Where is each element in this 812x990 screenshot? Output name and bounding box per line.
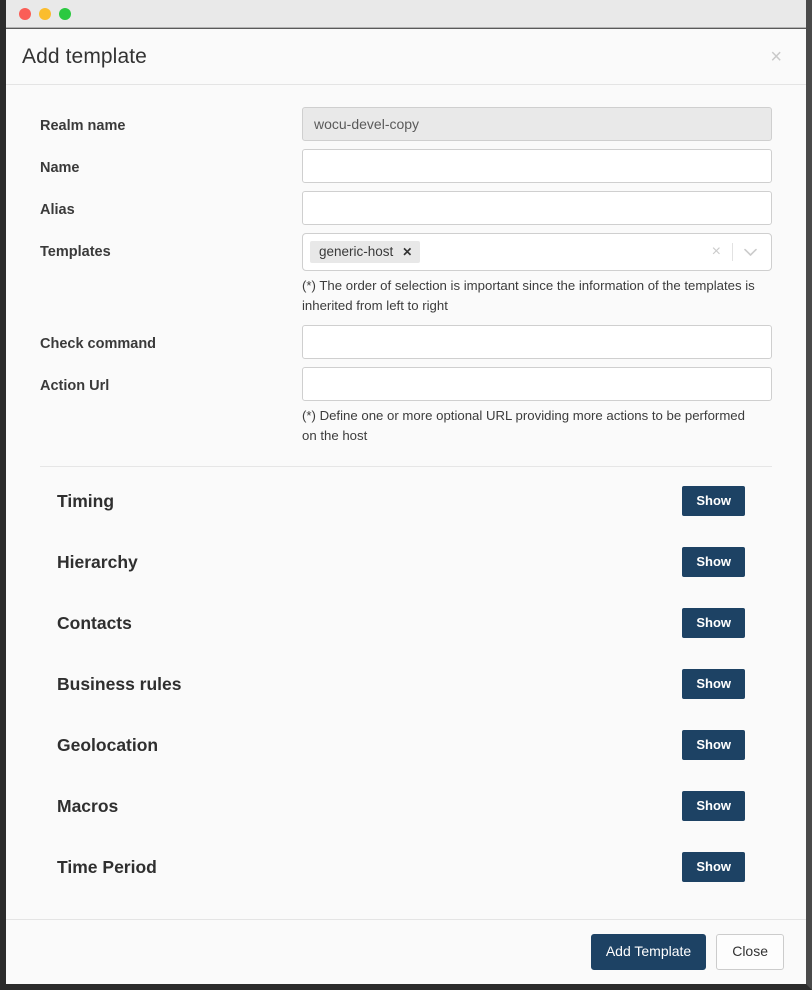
section-title-business-rules: Business rules bbox=[57, 673, 182, 694]
section-title-timing: Timing bbox=[57, 490, 115, 511]
templates-tag-list: generic-host ✕ bbox=[310, 240, 701, 264]
action-url-help-text: (*) Define one or more optional URL prov… bbox=[302, 407, 745, 444]
section-title-contacts: Contacts bbox=[57, 612, 132, 633]
show-button-macros[interactable]: Show bbox=[682, 791, 745, 822]
window-close-icon[interactable] bbox=[19, 7, 31, 20]
modal-header: Add template × bbox=[6, 29, 806, 85]
templates-tag-label: generic-host bbox=[319, 243, 394, 259]
section-title-time-period: Time Period bbox=[57, 856, 157, 877]
check-command-label: Check command bbox=[40, 335, 157, 352]
show-button-timing[interactable]: Show bbox=[682, 486, 745, 517]
close-button[interactable]: Close bbox=[716, 934, 784, 970]
action-url-input[interactable] bbox=[302, 366, 772, 401]
action-url-label: Action Url bbox=[40, 377, 110, 394]
field-templates: Templates generic-host ✕ × (*) The order… bbox=[40, 233, 772, 317]
section-row-hierarchy: Hierarchy Show bbox=[40, 532, 772, 593]
alias-label: Alias bbox=[40, 202, 75, 218]
show-button-contacts[interactable]: Show bbox=[682, 608, 745, 639]
sections-accordion: Timing Show Hierarchy Show Contacts Show… bbox=[40, 467, 772, 898]
section-row-time-period: Time Period Show bbox=[40, 837, 772, 898]
templates-label: Templates bbox=[40, 244, 111, 260]
modal-body: Realm name Name Alias Templates bbox=[6, 85, 806, 920]
section-row-timing: Timing Show bbox=[40, 471, 772, 532]
modal-footer: Add Template Close bbox=[6, 919, 806, 984]
templates-help-text: (*) The order of selection is important … bbox=[302, 278, 755, 314]
field-name: Name bbox=[40, 149, 772, 183]
section-row-business-rules: Business rules Show bbox=[40, 654, 772, 715]
name-label: Name bbox=[40, 160, 80, 176]
show-button-time-period[interactable]: Show bbox=[682, 852, 745, 883]
section-row-macros: Macros Show bbox=[40, 776, 772, 837]
templates-multiselect[interactable]: generic-host ✕ × bbox=[302, 233, 772, 271]
templates-actions: × bbox=[701, 243, 767, 261]
check-command-input[interactable] bbox=[302, 324, 772, 359]
show-button-geolocation[interactable]: Show bbox=[682, 730, 745, 761]
close-icon[interactable]: × bbox=[768, 47, 784, 67]
window-titlebar bbox=[6, 0, 806, 28]
add-template-button[interactable]: Add Template bbox=[590, 934, 707, 970]
os-window: Add template × Realm name Name Alias bbox=[0, 0, 812, 990]
realm-name-label: Realm name bbox=[40, 118, 126, 134]
traffic-lights bbox=[19, 7, 71, 20]
section-title-geolocation: Geolocation bbox=[57, 734, 159, 755]
field-realm-name: Realm name bbox=[40, 107, 772, 141]
show-button-business-rules[interactable]: Show bbox=[682, 669, 745, 700]
tag-remove-icon[interactable]: ✕ bbox=[402, 246, 412, 258]
alias-input[interactable] bbox=[302, 191, 772, 225]
field-check-command: Check command bbox=[40, 324, 772, 359]
clear-icon[interactable]: × bbox=[701, 244, 732, 260]
add-template-modal: Add template × Realm name Name Alias bbox=[6, 28, 806, 984]
show-button-hierarchy[interactable]: Show bbox=[682, 547, 745, 578]
section-row-contacts: Contacts Show bbox=[40, 593, 772, 654]
section-title-macros: Macros bbox=[57, 795, 119, 816]
window-minimize-icon[interactable] bbox=[39, 7, 51, 20]
field-action-url: Action Url (*) Define one or more option… bbox=[40, 366, 772, 447]
name-input[interactable] bbox=[302, 149, 772, 183]
field-alias: Alias bbox=[40, 191, 772, 225]
section-title-hierarchy: Hierarchy bbox=[57, 551, 138, 572]
templates-tag[interactable]: generic-host ✕ bbox=[310, 240, 421, 264]
window-zoom-icon[interactable] bbox=[59, 7, 71, 20]
page-title: Add template bbox=[22, 44, 147, 68]
section-row-geolocation: Geolocation Show bbox=[40, 715, 772, 776]
chevron-down-icon[interactable] bbox=[733, 248, 767, 257]
realm-name-input bbox=[302, 107, 772, 141]
